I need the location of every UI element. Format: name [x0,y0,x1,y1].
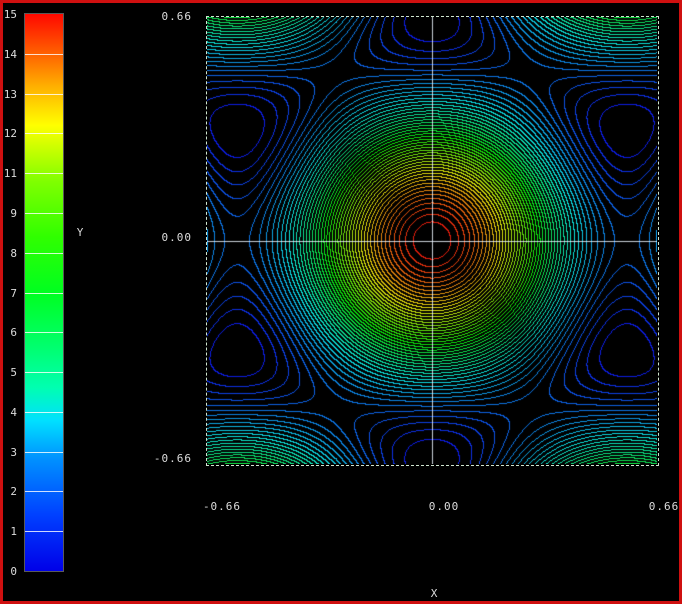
x-tick-label-left: -0.66 [200,500,244,513]
y-tick-label-mid: 0.00 [123,231,192,244]
colorbar-label: 0 [3,565,17,578]
colorbar-label: 6 [3,326,17,339]
colorbar-separator [25,412,63,413]
colorbar-label: 1 [3,525,17,538]
colorbar-label: 12 [3,127,17,140]
colorbar-separator [25,133,63,134]
colorbar-separator [25,332,63,333]
colorbar-label: 8 [3,247,17,260]
colorbar-label: 3 [3,446,17,459]
y-tick-label-top: 0.66 [123,10,192,23]
x-tick-label-mid: 0.00 [422,500,466,513]
colorbar-separator [25,173,63,174]
colorbar-separator [25,54,63,55]
colorbar-label: 11 [3,167,17,180]
y-tick-label-bottom: -0.66 [123,452,192,465]
colorbar-label: 14 [3,48,17,61]
colorbar-separator [25,213,63,214]
colorbar-separator [25,253,63,254]
colorbar-separator [25,531,63,532]
colorbar-label: 13 [3,88,17,101]
plot-window: 15 14 13 12 11 9 8 7 6 5 4 3 2 1 0 Y 0.66 0.00 -0.66 X… [0,0,682,604]
colorbar-separator [25,293,63,294]
colorbar-separator [25,491,63,492]
x-axis-title: X [428,587,440,600]
colorbar-label: 7 [3,287,17,300]
colorbar-separator [25,372,63,373]
colorbar-label: 15 [3,8,17,21]
x-tick-label-right: 0.66 [642,500,682,513]
colorbar-label: 5 [3,366,17,379]
colorbar-separator [25,94,63,95]
y-axis-title: Y [74,226,86,239]
colorbar-separator [25,452,63,453]
plot-area-border [206,16,659,466]
colorbar-label: 9 [3,207,17,220]
colorbar-label: 2 [3,485,17,498]
colorbar-label: 4 [3,406,17,419]
